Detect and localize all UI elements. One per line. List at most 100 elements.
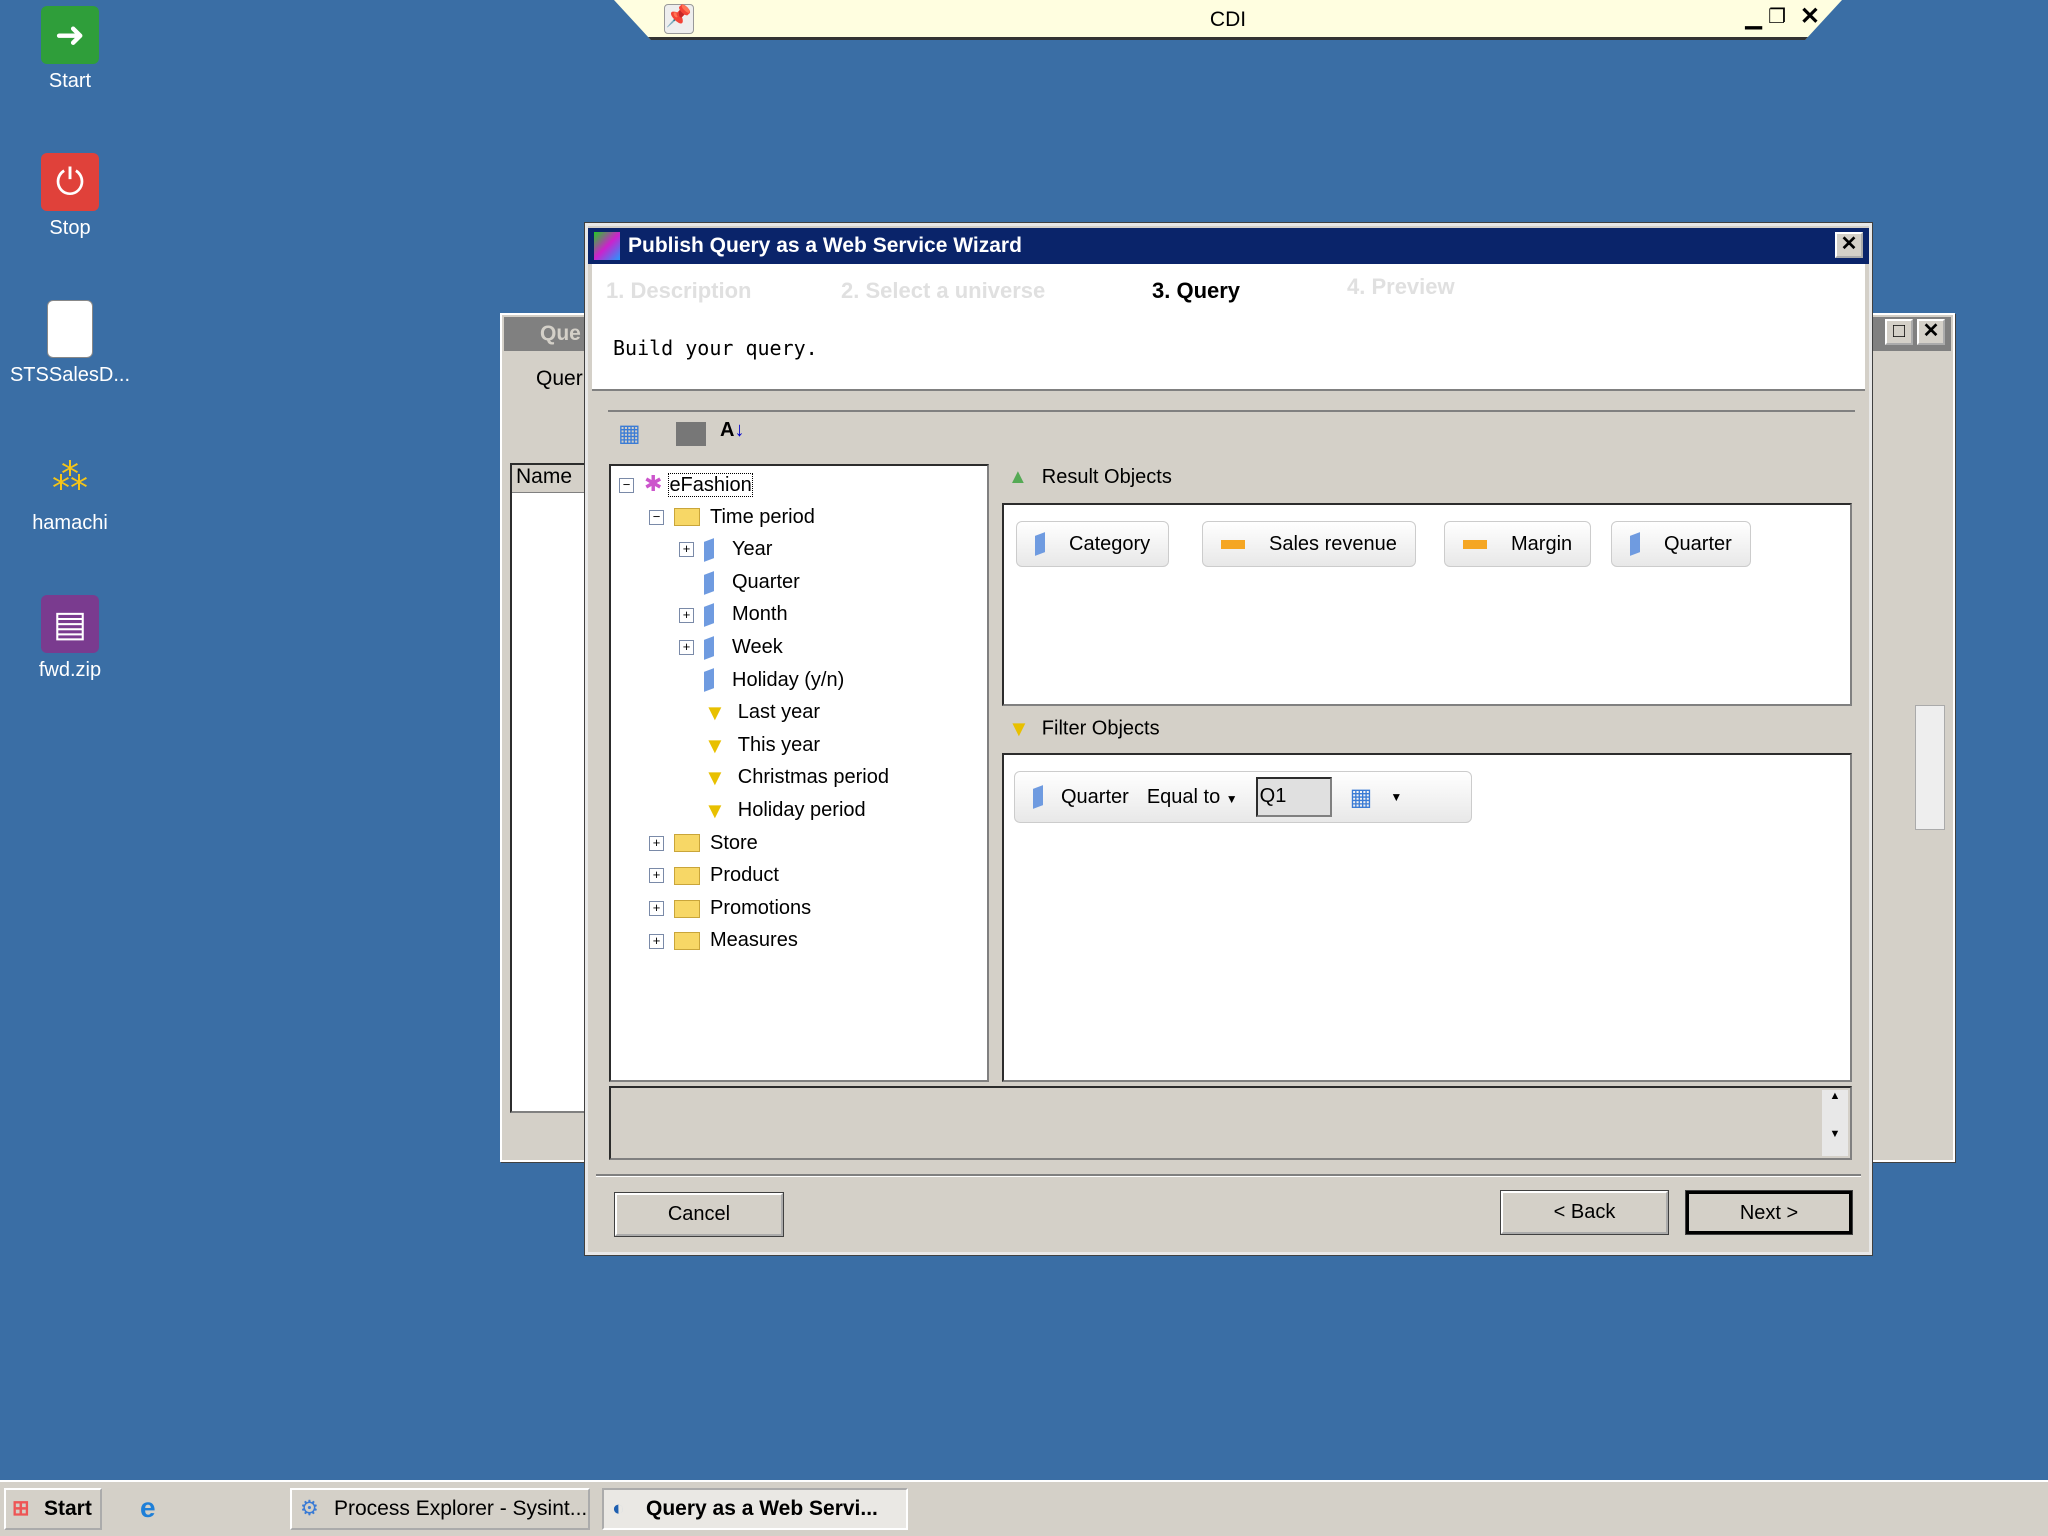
remote-title: CDI [1209, 8, 1247, 31]
process-explorer-icon: ⚙ [300, 1497, 319, 1520]
tree-item[interactable]: Quarter [679, 567, 800, 597]
result-object-chip[interactable]: Category [1016, 521, 1170, 567]
expand-toggle[interactable]: + [679, 607, 694, 623]
filter-icon: ▼ [704, 797, 726, 823]
remote-connection-bar: 📌 CDI ▁ ❐ ✕ [614, 0, 1842, 40]
dimension-icon [704, 570, 714, 595]
result-object-chip[interactable]: Quarter [1611, 521, 1751, 567]
tree-item[interactable]: ▼ Holiday period [679, 795, 866, 825]
expand-toggle[interactable]: + [679, 542, 694, 558]
filter-objects-header: ▼ Filter Objects [1008, 716, 1160, 741]
restore-button[interactable]: ❐ [1768, 4, 1786, 29]
close-button[interactable]: ✕ [1800, 2, 1820, 31]
value-list-icon[interactable]: ▦ [1350, 783, 1373, 812]
folder-icon [674, 932, 700, 951]
result-objects-pane[interactable]: Category Sales revenue Margin Quarter [1002, 503, 1852, 706]
desktop-icon-hamachi[interactable]: ⁂ hamachi [0, 448, 140, 535]
filter-icon: ▼ [704, 765, 726, 791]
tree-item[interactable]: + Measures [649, 925, 798, 955]
tree-item[interactable]: + Store [649, 828, 758, 858]
tree-item[interactable]: + Week [679, 632, 783, 662]
expand-toggle[interactable]: + [649, 868, 664, 884]
filter-condition[interactable]: Quarter Equal to ▼ Q1 ▦ ▼ [1014, 771, 1472, 823]
divider [608, 410, 1855, 412]
value-options-dropdown[interactable]: ▼ [1390, 790, 1402, 804]
query-text-area[interactable]: ▲ ▼ [609, 1086, 1852, 1160]
expand-toggle[interactable]: + [679, 640, 694, 656]
close-button[interactable]: ✕ [1917, 319, 1945, 345]
query-app-icon: ◐ [612, 1497, 625, 1520]
task-process-explorer[interactable]: ⚙ Process Explorer - Sysint... [290, 1488, 590, 1530]
desktop-icon-start[interactable]: ➜ Start [0, 6, 140, 93]
dimension-icon [704, 603, 714, 627]
step-description: 1. Description [606, 278, 752, 303]
archive-icon: ▤ [41, 595, 99, 653]
folder-icon [674, 834, 700, 853]
tree-item[interactable]: − Time period [649, 502, 815, 532]
result-objects-header: ▲ Result Objects [1008, 466, 1172, 488]
start-button[interactable]: ⊞ Start [4, 1488, 102, 1530]
dimension-icon [704, 635, 714, 660]
cancel-button[interactable]: Cancel [614, 1192, 784, 1237]
expand-toggle[interactable]: + [649, 835, 664, 851]
filter-objects-pane[interactable]: Quarter Equal to ▼ Q1 ▦ ▼ [1002, 753, 1852, 1082]
folder-icon [674, 508, 700, 527]
task-query-web-service[interactable]: ◐ Query as a Web Servi... [602, 1488, 908, 1530]
tree-item[interactable]: + Month [679, 599, 788, 629]
desktop-icon-stssales[interactable]: STSSalesD... [0, 300, 140, 387]
measure-icon [1463, 539, 1487, 549]
dimension-icon [1630, 532, 1640, 556]
universe-tree: − ✱ eFashion − Time period + Year Quarter + Mont… [609, 464, 989, 1082]
result-objects-icon: ▲ [1008, 466, 1028, 488]
tree-item[interactable]: + Product [649, 860, 779, 890]
tree-item[interactable]: Holiday (y/n) [679, 665, 844, 695]
network-icon: ⁂ [52, 456, 88, 497]
filter-icon: ▼ [704, 699, 726, 725]
result-object-chip[interactable]: Margin [1444, 521, 1592, 567]
filter-icon: ▼ [1008, 716, 1030, 741]
desktop-icon-stop[interactable]: ⏻ Stop [0, 153, 140, 240]
document-icon [47, 300, 93, 358]
expand-toggle[interactable]: + [649, 901, 664, 917]
scrollbar[interactable]: ▲ ▼ [1822, 1090, 1848, 1156]
windows-logo-icon: ⊞ [12, 1497, 30, 1520]
maximize-button[interactable]: □ [1885, 319, 1913, 345]
expand-toggle[interactable]: + [649, 933, 664, 949]
menu-query[interactable]: Quer [536, 367, 583, 391]
query-properties-icon[interactable]: ▦ [618, 419, 641, 448]
operator-dropdown[interactable]: Equal to ▼ [1147, 786, 1238, 809]
desktop-icon-fwd-zip[interactable]: ▤ fwd.zip [0, 595, 140, 682]
universe-icon: ✱ [644, 471, 663, 496]
column-header-name[interactable]: Name [512, 465, 588, 493]
power-icon: ⏻ [41, 153, 99, 211]
wizard-title: Publish Query as a Web Service Wizard [588, 228, 1869, 264]
arrow-icon: ➜ [41, 6, 99, 64]
tree-item[interactable]: ▼ Last year [679, 697, 820, 727]
filter-value-input[interactable]: Q1 [1255, 777, 1332, 817]
step-select-universe: 2. Select a universe [841, 278, 1046, 303]
close-button[interactable]: ✕ [1835, 232, 1863, 258]
dimension-icon [704, 538, 714, 562]
taskbar: ⊞ Start e ⚙ Process Explorer - Sysint... ◐… [0, 1480, 2048, 1536]
tree-item[interactable]: ▼ This year [679, 730, 820, 760]
tree-root[interactable]: − ✱ eFashion [619, 469, 753, 499]
sort-az-icon[interactable]: A↓ [720, 419, 744, 442]
collapse-toggle[interactable]: − [649, 509, 664, 525]
back-button[interactable]: < Back [1500, 1190, 1669, 1235]
tree-item[interactable]: + Year [679, 534, 772, 564]
tree-item[interactable]: ▼ Christmas period [679, 762, 889, 792]
wizard-app-icon [594, 232, 620, 260]
dimension-icon [1033, 785, 1043, 809]
next-button[interactable]: Next > [1685, 1190, 1853, 1235]
minimize-button[interactable]: ▁ [1745, 4, 1762, 30]
scrollbar[interactable] [1915, 705, 1945, 830]
result-object-chip[interactable]: Sales revenue [1202, 521, 1416, 567]
filter-icon: ▼ [704, 732, 726, 758]
comment-icon[interactable] [676, 422, 706, 446]
step-query: 3. Query [1152, 278, 1241, 303]
tree-item[interactable]: + Promotions [649, 893, 811, 923]
internet-explorer-icon[interactable]: e [140, 1492, 156, 1524]
wizard-dialog: Publish Query as a Web Service Wizard ✕ … [584, 222, 1873, 1256]
instruction-text: Build your query. [613, 336, 818, 360]
folder-icon [674, 866, 700, 885]
